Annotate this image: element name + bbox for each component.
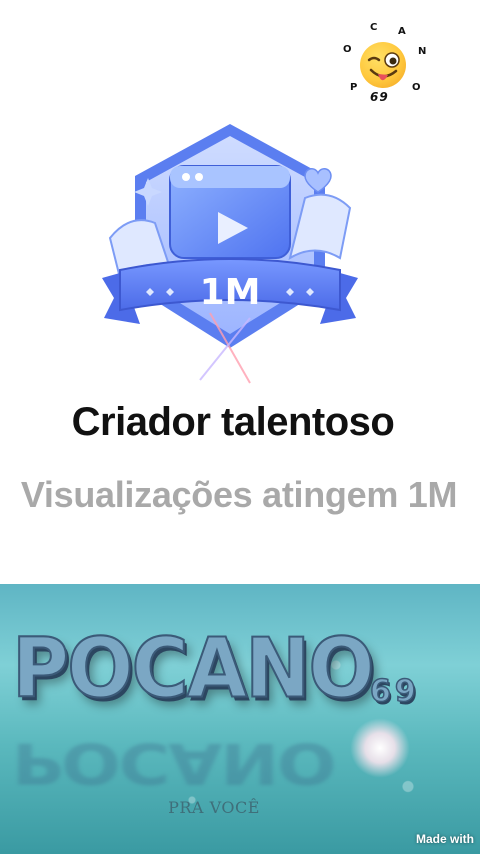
corner-logo-letter: A <box>398 26 406 37</box>
banner-logo-reflection: POCANO <box>12 730 335 796</box>
video-play-badge-icon: 1M <box>102 124 358 384</box>
banner-logo-text: POCANO <box>11 621 376 718</box>
badge-label: 1M <box>200 272 261 313</box>
achievement-subtitle: Visualizações atingem 1M <box>20 474 458 515</box>
achievement-title: Criador talentoso <box>71 400 395 444</box>
heart-glow-icon <box>350 718 410 778</box>
banner-tagline: PRA VOCÊ <box>168 798 260 817</box>
corner-logo-letter: N <box>418 46 427 57</box>
banner-logo-number: 69 <box>369 673 420 710</box>
corner-logo-letter: O <box>412 82 421 93</box>
achievement-badge: 1M <box>100 118 360 398</box>
corner-logo-letter: P <box>350 82 358 93</box>
corner-logo-number: 69 <box>370 90 389 104</box>
made-with-watermark: Made with <box>415 832 474 846</box>
corner-logo-letter: O <box>343 44 352 55</box>
corner-logo: C A O N P O 69 <box>338 22 438 112</box>
winking-tongue-emoji-icon <box>360 42 406 88</box>
promo-banner: POCANO 69 POCANO PRA VOCÊ Made with <box>0 584 480 854</box>
corner-logo-letter: C <box>370 22 378 33</box>
